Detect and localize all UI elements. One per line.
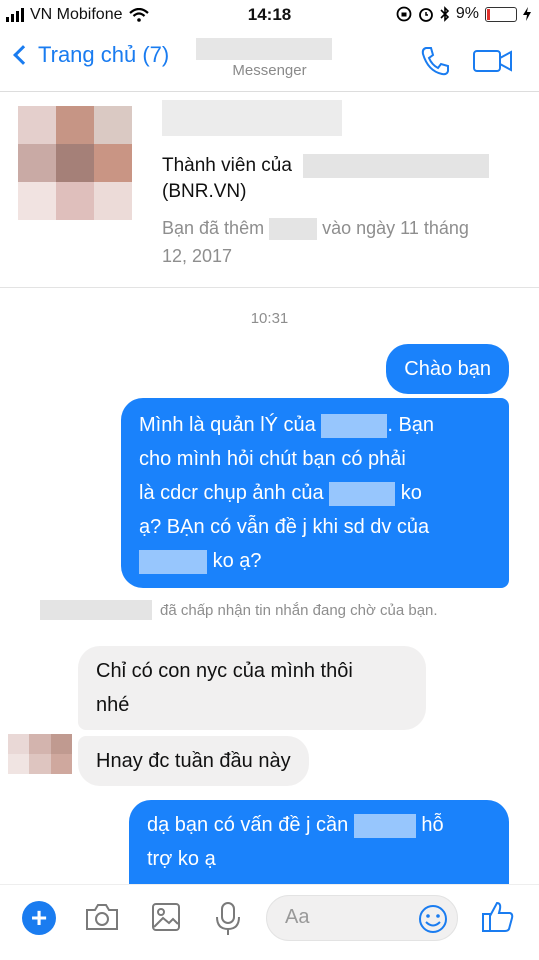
incoming-message[interactable]: Hnay đc tuần đầu này (78, 736, 309, 786)
message-text: ko ạ? (212, 550, 262, 572)
message-text: Hnay đc tuần đầu này (96, 750, 291, 772)
redacted-name (40, 600, 152, 620)
added-info: Bạn đã thêm vào ngày 11 tháng 12, 2017 (162, 214, 522, 270)
added-person-redacted (269, 218, 318, 241)
status-bar: VN Mobifone 14:18 9% (0, 0, 539, 30)
message-input[interactable] (285, 906, 395, 929)
bluetooth-icon (440, 6, 450, 22)
image-icon[interactable] (150, 901, 182, 933)
emoji-icon[interactable] (417, 903, 449, 935)
member-of-label: Thành viên của (162, 155, 292, 177)
outgoing-message[interactable]: Mình là quản lÝ của . Bạn cho mình hỏi c… (121, 398, 509, 588)
message-text: ko (400, 482, 422, 504)
conversation-title-redacted[interactable] (196, 38, 332, 60)
organization-suffix: (BNR.VN) (162, 181, 247, 202)
charging-bolt-icon (523, 7, 531, 21)
message-text: hỗ (421, 814, 444, 836)
message-text: là cdcr chụp ảnh của (139, 482, 324, 504)
redacted-text (329, 481, 396, 506)
battery-icon (485, 6, 517, 22)
message-text: trợ ko ạ (147, 848, 216, 870)
member-of-line: Thành viên của (162, 154, 490, 178)
system-message-text: đã chấp nhận tin nhắn đang chờ của bạn. (160, 601, 438, 619)
message-text: nhé (96, 694, 130, 716)
message-text: Mình là quản lÝ của (139, 414, 316, 436)
group-avatar[interactable] (18, 106, 132, 220)
message-text: Chỉ có con nyc của mình thôi (96, 660, 353, 682)
message-text: Chào bạn (404, 358, 491, 380)
sender-avatar[interactable] (8, 734, 72, 774)
plus-icon[interactable]: + (22, 901, 56, 935)
phone-icon[interactable] (418, 44, 452, 78)
alarm-icon (418, 8, 433, 22)
redacted-text (321, 413, 388, 438)
video-call-icon[interactable] (472, 46, 514, 76)
message-text: . Bạn (387, 414, 435, 436)
camera-icon[interactable] (84, 901, 120, 933)
thumbs-up-icon[interactable] (480, 899, 516, 935)
message-timestamp: 10:31 (250, 310, 289, 327)
header-subtitle: Messenger (232, 62, 307, 79)
added-prefix: Bạn đã thêm (162, 218, 265, 238)
message-text: cho mình hỏi chút bạn có phải (139, 448, 406, 470)
group-info-panel: Thành viên của (BNR.VN) Bạn đã thêm vào … (0, 92, 539, 288)
message-text: dạ bạn có vấn đề j cần (147, 814, 349, 836)
added-suffix: vào ngày 11 tháng (322, 218, 469, 238)
battery-percent: 9% (455, 5, 479, 22)
status-right: 9% (396, 5, 531, 23)
message-input-field[interactable] (266, 895, 458, 941)
message-composer: + (0, 884, 539, 960)
redacted-text (139, 549, 207, 574)
added-date-line: 12, 2017 (162, 246, 233, 266)
microphone-icon[interactable] (214, 901, 242, 937)
outgoing-message[interactable]: Chào bạn (386, 344, 509, 394)
group-name-redacted (162, 100, 342, 136)
incoming-message[interactable]: Chỉ có con nyc của mình thôi nhé (78, 646, 426, 730)
redacted-text (353, 813, 416, 838)
system-message: đã chấp nhận tin nhắn đang chờ của bạn. (40, 600, 438, 620)
message-text: ạ? BẠn có vẫn đề j khi sd dv của (139, 516, 430, 538)
orientation-lock-icon (396, 6, 412, 22)
organization-redacted (303, 154, 490, 178)
conversation-header: Trang chủ (7) Messenger (0, 30, 539, 92)
